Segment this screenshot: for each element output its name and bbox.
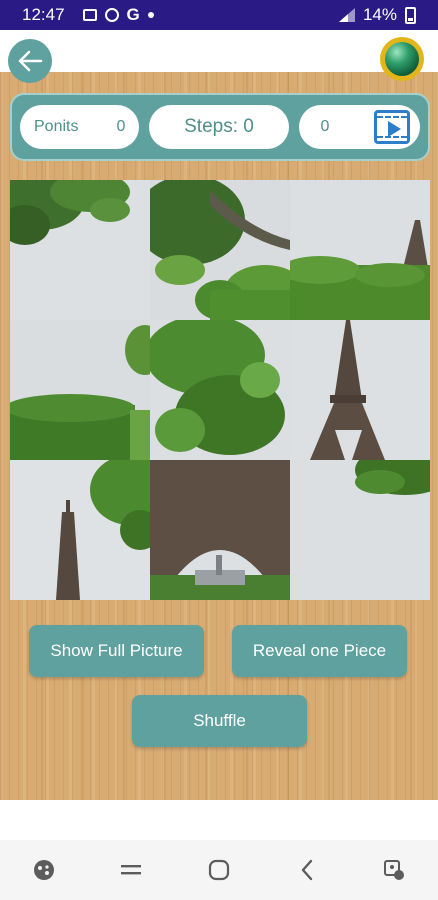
steps-pill: Steps: 0	[149, 105, 289, 149]
image-icon	[82, 9, 97, 21]
system-nav-bar	[0, 840, 438, 900]
dot-icon	[147, 12, 154, 18]
points-value: 0	[116, 118, 126, 135]
show-full-picture-button[interactable]: Show Full Picture	[29, 625, 204, 677]
puzzle-tile-8[interactable]	[150, 460, 290, 600]
puzzle-tile-7[interactable]	[10, 460, 150, 600]
orb-core	[385, 42, 419, 76]
header-strip	[0, 30, 438, 72]
green-orb-icon[interactable]	[380, 37, 424, 81]
score-panel: Ponits 0 Steps: 0 0	[10, 93, 430, 161]
points-pill: Ponits 0	[20, 105, 140, 149]
steps-label: Steps: 0	[184, 116, 254, 137]
shuffle-button[interactable]: Shuffle	[132, 695, 307, 747]
back-nav-icon[interactable]	[287, 850, 327, 890]
whatsapp-icon	[104, 8, 119, 22]
bottom-gap	[0, 800, 438, 840]
video-reward-pill[interactable]: 0	[298, 105, 420, 149]
google-icon: G	[126, 5, 140, 24]
puzzle-tile-1[interactable]	[10, 180, 150, 320]
game-launcher-icon[interactable]	[24, 850, 64, 890]
puzzle-tile-6[interactable]	[290, 320, 430, 460]
arrow-left-icon	[18, 50, 43, 72]
signal-icon	[338, 8, 355, 22]
puzzle-tile-5[interactable]	[150, 320, 290, 460]
status-time: 12:47	[22, 5, 65, 24]
puzzle-tile-2[interactable]	[150, 180, 290, 320]
points-label: Ponits	[34, 118, 79, 135]
menu-icon[interactable]	[111, 850, 151, 890]
battery-percent: 14%	[362, 5, 397, 24]
battery-icon	[405, 6, 416, 24]
puzzle-tile-9[interactable]	[290, 460, 430, 600]
status-bar: 12:47 G 14%	[0, 0, 438, 30]
video-play-icon[interactable]	[373, 110, 410, 144]
home-icon[interactable]	[199, 850, 239, 890]
puzzle-tile-4[interactable]	[10, 320, 150, 460]
video-count: 0	[320, 118, 330, 135]
accessibility-icon[interactable]	[374, 850, 414, 890]
puzzle-tile-3[interactable]	[290, 180, 430, 320]
puzzle-grid	[10, 180, 430, 600]
reveal-one-piece-button[interactable]: Reveal one Piece	[232, 625, 407, 677]
back-button[interactable]	[8, 39, 52, 83]
